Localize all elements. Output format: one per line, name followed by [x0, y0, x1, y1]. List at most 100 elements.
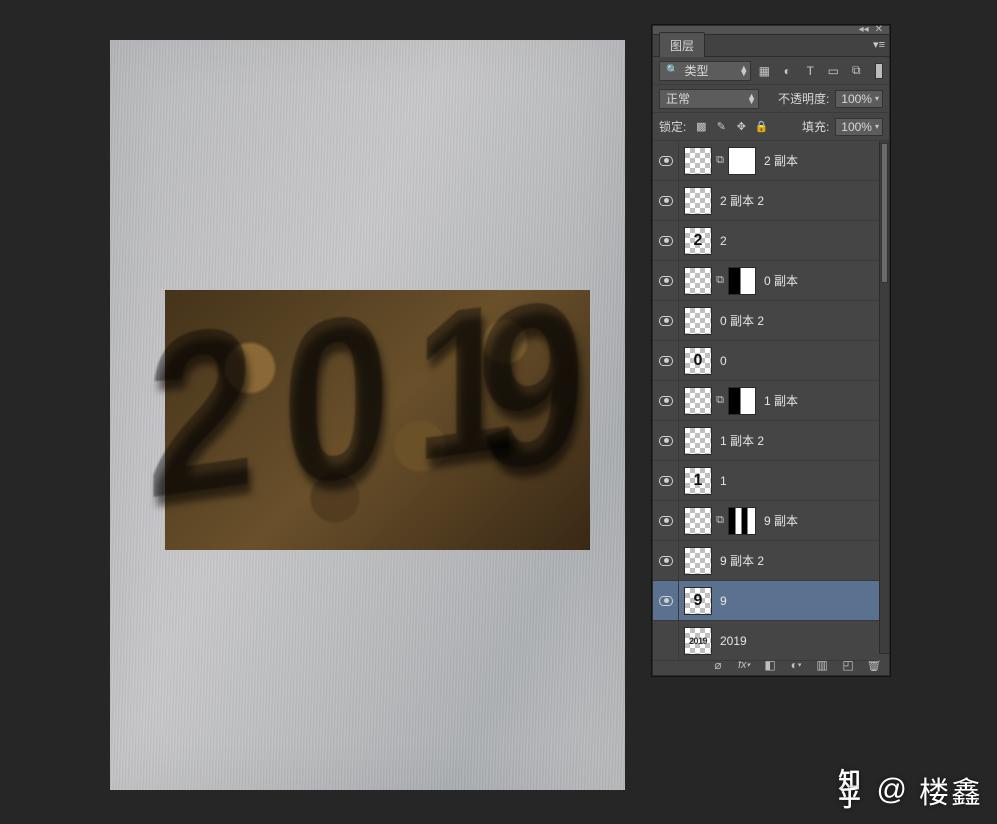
layer-row[interactable]: 11	[653, 461, 879, 501]
close-panel-icon[interactable]: ✕	[875, 25, 883, 35]
layer-thumbnail[interactable]: 2	[684, 227, 712, 255]
eye-icon	[659, 196, 673, 206]
layer-mask-thumbnail[interactable]	[728, 147, 756, 175]
layer-visibility-toggle[interactable]	[653, 301, 679, 340]
eye-icon	[659, 316, 673, 326]
layer-visibility-toggle[interactable]	[653, 381, 679, 420]
layer-name-label[interactable]: 1	[720, 474, 727, 488]
layer-name-label[interactable]: 9 副本	[764, 512, 798, 529]
layer-thumbnail[interactable]	[684, 387, 712, 415]
layer-visibility-toggle[interactable]	[653, 501, 679, 540]
opacity-input[interactable]: 100% ▾	[835, 90, 883, 108]
link-mask-icon[interactable]: ⧉	[715, 274, 725, 288]
layer-name-label[interactable]: 2 副本 2	[720, 192, 764, 209]
layer-mask-thumbnail[interactable]	[728, 507, 756, 535]
layer-row[interactable]: 00	[653, 341, 879, 381]
eye-icon	[659, 156, 673, 166]
layer-row[interactable]: 2 副本 2	[653, 181, 879, 221]
layer-visibility-toggle[interactable]	[653, 621, 679, 660]
type-filter-icon[interactable]: T	[803, 64, 817, 78]
lock-brush-icon[interactable]: ✎	[714, 120, 728, 133]
shape-filter-icon[interactable]: ▭	[826, 64, 840, 78]
layer-visibility-toggle[interactable]	[653, 341, 679, 380]
fill-value: 100%	[841, 120, 872, 134]
eye-icon	[659, 476, 673, 486]
link-mask-icon[interactable]: ⧉	[715, 514, 725, 528]
lock-pixels-icon[interactable]: ▩	[694, 120, 708, 133]
layer-thumbnails: ⧉	[684, 267, 756, 295]
image-filter-icon[interactable]: ▦	[757, 64, 771, 78]
chevron-updown-icon: ▲▼	[747, 94, 754, 104]
layer-thumbnail[interactable]: 1	[684, 467, 712, 495]
layer-name-label[interactable]: 1 副本	[764, 392, 798, 409]
layer-name-label[interactable]: 9 副本 2	[720, 552, 764, 569]
layer-thumbnails: ⧉	[684, 507, 756, 535]
layer-mask-thumbnail[interactable]	[728, 387, 756, 415]
layer-thumbnail[interactable]: 0	[684, 347, 712, 375]
layer-row[interactable]: 2019 2019	[653, 621, 879, 661]
layer-name-label[interactable]: 2019	[720, 634, 747, 648]
layer-visibility-toggle[interactable]	[653, 221, 679, 260]
eye-icon	[659, 396, 673, 406]
layer-filter-label: 类型	[684, 62, 708, 79]
layer-visibility-toggle[interactable]	[653, 261, 679, 300]
eye-icon	[659, 556, 673, 566]
layer-visibility-toggle[interactable]	[653, 421, 679, 460]
collapse-panel-icon[interactable]: ◂◂	[859, 25, 869, 35]
adjustment-filter-icon[interactable]: ◐	[780, 64, 794, 78]
layer-name-label[interactable]: 2 副本	[764, 152, 798, 169]
layer-thumbnails: 9	[684, 587, 712, 615]
layer-thumbnail[interactable]	[684, 547, 712, 575]
layer-name-label[interactable]: 1 副本 2	[720, 432, 764, 449]
watermark: 知乎 @楼鑫	[839, 768, 983, 812]
layer-visibility-toggle[interactable]	[653, 581, 679, 620]
panel-menu-icon[interactable]: ▾≡	[873, 38, 885, 51]
link-mask-icon[interactable]: ⧉	[715, 394, 725, 408]
layer-name-label[interactable]: 0 副本 2	[720, 312, 764, 329]
smartobject-filter-icon[interactable]: ⧉	[849, 64, 863, 78]
link-mask-icon[interactable]: ⧉	[715, 154, 725, 168]
layer-visibility-toggle[interactable]	[653, 141, 679, 180]
chevron-down-icon: ▾	[875, 122, 879, 131]
lock-label: 锁定:	[659, 118, 686, 135]
layer-name-label[interactable]: 0 副本	[764, 272, 798, 289]
layer-filter-dropdown[interactable]: 🔍 类型 ▲▼	[659, 61, 751, 81]
layer-thumbnail[interactable]: 2019	[684, 627, 712, 655]
search-icon: 🔍	[666, 65, 678, 76]
layer-row[interactable]: ⧉ 1 副本	[653, 381, 879, 421]
document-canvas[interactable]: 2 0 1 9	[110, 40, 625, 790]
fill-input[interactable]: 100% ▾	[835, 118, 883, 136]
blend-mode-dropdown[interactable]: 正常 ▲▼	[659, 89, 759, 109]
layer-name-label[interactable]: 0	[720, 354, 727, 368]
lock-all-icon[interactable]: 🔒	[754, 120, 768, 133]
layer-thumbnail[interactable]	[684, 147, 712, 175]
layer-mask-thumbnail[interactable]	[728, 267, 756, 295]
layer-thumbnail[interactable]	[684, 507, 712, 535]
layer-row[interactable]: 22	[653, 221, 879, 261]
zhihu-logo: 知乎	[839, 772, 867, 808]
opacity-value: 100%	[841, 92, 872, 106]
lock-position-icon[interactable]: ✥	[734, 120, 748, 133]
layer-row[interactable]: ⧉ 9 副本	[653, 501, 879, 541]
layer-visibility-toggle[interactable]	[653, 181, 679, 220]
layer-row[interactable]: 9 副本 2	[653, 541, 879, 581]
layer-visibility-toggle[interactable]	[653, 461, 679, 500]
layer-row[interactable]: 1 副本 2	[653, 421, 879, 461]
layer-thumbnail[interactable]: 9	[684, 587, 712, 615]
filter-toggle-switch[interactable]	[875, 63, 883, 79]
layer-thumbnail[interactable]	[684, 307, 712, 335]
layer-name-label[interactable]: 2	[720, 234, 727, 248]
layer-row[interactable]: ⧉ 0 副本	[653, 261, 879, 301]
layer-thumbnail[interactable]	[684, 267, 712, 295]
layer-visibility-toggle[interactable]	[653, 541, 679, 580]
tab-layers[interactable]: 图层	[659, 32, 705, 57]
layers-panel: ◂◂ ✕ 图层 ▾≡ 🔍 类型 ▲▼ ▦ ◐ T ▭ ⧉ 正常 ▲▼ 不透明度:…	[652, 25, 890, 676]
layer-row[interactable]: 0 副本 2	[653, 301, 879, 341]
layer-thumbnail[interactable]	[684, 187, 712, 215]
layer-name-label[interactable]: 9	[720, 594, 727, 608]
scrollbar-thumb[interactable]	[881, 143, 888, 283]
layer-row[interactable]: 99	[653, 581, 879, 621]
layer-thumbnail[interactable]	[684, 427, 712, 455]
layer-row[interactable]: ⧉ 2 副本	[653, 141, 879, 181]
scrollbar[interactable]	[879, 141, 889, 653]
